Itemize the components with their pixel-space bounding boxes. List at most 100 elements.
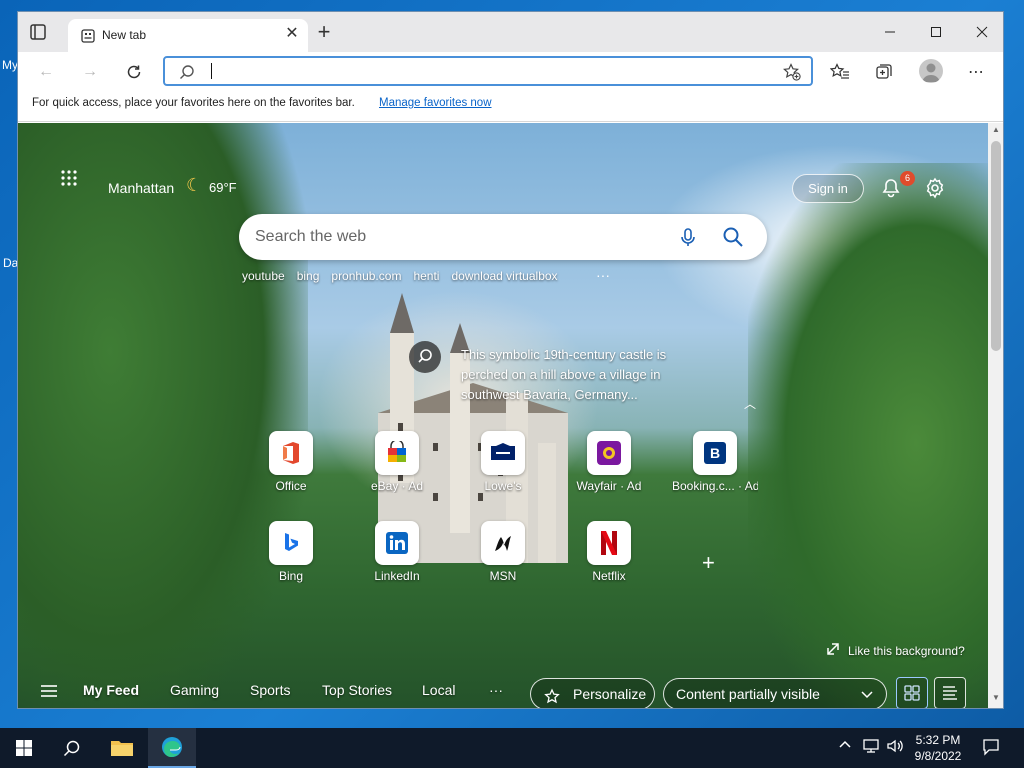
- feed-navigation-bar: My Feed Gaming Sports Top Stories Local …: [18, 668, 988, 708]
- trending-searches: youtube bing pronhub.com henti download …: [242, 269, 558, 283]
- quick-link-ebay[interactable]: eBay · Ad: [364, 431, 430, 505]
- address-bar[interactable]: [163, 56, 813, 86]
- lowes-icon: [481, 431, 525, 475]
- action-center-notification-icon[interactable]: [982, 738, 1000, 759]
- quick-link-msn[interactable]: MSN: [470, 521, 536, 595]
- notification-count-badge: 6: [900, 171, 915, 186]
- clock-time: 5:32 PM: [915, 733, 961, 747]
- folder-icon: [111, 741, 133, 756]
- forward-button[interactable]: →: [76, 60, 104, 84]
- back-button[interactable]: ←: [32, 60, 60, 84]
- personalize-label: Personalize: [573, 686, 647, 702]
- trending-search-item[interactable]: download virtualbox: [451, 269, 557, 283]
- quick-link-office[interactable]: Office: [258, 431, 324, 505]
- trending-search-item[interactable]: youtube: [242, 269, 285, 283]
- quick-links: Office eBay · Ad Lowe's Wayfair · Ad B B…: [258, 431, 758, 601]
- apps-launcher-icon[interactable]: [60, 169, 78, 187]
- add-favorite-icon[interactable]: [783, 63, 801, 81]
- weather-location[interactable]: Manhattan: [108, 180, 174, 196]
- manage-favorites-link[interactable]: Manage favorites now: [379, 97, 492, 109]
- edge-taskbar-button[interactable]: [148, 728, 196, 768]
- chevron-down-icon: [860, 680, 874, 708]
- notifications-bell-icon[interactable]: [880, 177, 902, 199]
- new-tab-button[interactable]: +: [314, 21, 334, 43]
- moon-icon: ☾: [186, 175, 203, 195]
- new-tab-page-icon: [80, 28, 96, 44]
- network-icon[interactable]: [862, 738, 880, 757]
- volume-icon[interactable]: [886, 738, 904, 757]
- tab-close-icon[interactable]: ✕: [284, 26, 300, 42]
- netflix-icon: [587, 521, 631, 565]
- scrollbar-thumb[interactable]: [991, 141, 1001, 351]
- trending-more-button[interactable]: ···: [596, 267, 610, 283]
- hamburger-menu-icon[interactable]: [40, 684, 58, 698]
- quick-link-booking[interactable]: B Booking.c... · Ad: [672, 431, 758, 505]
- trending-search-item[interactable]: pronhub.com: [331, 269, 401, 283]
- personalize-button[interactable]: Personalize: [530, 678, 655, 708]
- quick-link-lowes[interactable]: Lowe's: [470, 431, 536, 505]
- weather-temperature[interactable]: 69°F: [209, 180, 237, 195]
- favorites-bar: For quick access, place your favorites h…: [18, 92, 1003, 122]
- quick-link-bing[interactable]: Bing: [258, 521, 324, 595]
- scroll-up-arrow-icon[interactable]: ▲: [988, 125, 1003, 139]
- tab-actions-icon[interactable]: [28, 23, 48, 41]
- trending-search-item[interactable]: henti: [413, 269, 439, 283]
- quick-link-linkedin[interactable]: LinkedIn: [364, 521, 430, 595]
- list-view-button[interactable]: [934, 677, 966, 708]
- system-clock[interactable]: 5:32 PM 9/8/2022: [906, 732, 970, 764]
- quick-link-netflix[interactable]: Netflix: [576, 521, 642, 595]
- quick-link-label: LinkedIn: [374, 569, 420, 583]
- feed-tab-gaming[interactable]: Gaming: [170, 682, 219, 698]
- page-scrollbar[interactable]: ▲ ▼: [988, 123, 1003, 708]
- edge-browser-icon: [162, 737, 182, 757]
- browser-toolbar: ← → ⋯: [18, 52, 1003, 92]
- quick-link-label: Office: [275, 479, 307, 493]
- file-explorer-button[interactable]: [98, 728, 146, 768]
- desktop-icon-label[interactable]: My: [2, 58, 18, 72]
- favorites-button[interactable]: [826, 60, 854, 84]
- feed-more-button[interactable]: ···: [489, 682, 503, 698]
- feed-tab-sports[interactable]: Sports: [250, 682, 290, 698]
- maximize-button[interactable]: [913, 12, 959, 52]
- trending-search-item[interactable]: bing: [297, 269, 320, 283]
- content-visibility-dropdown[interactable]: Content partially visible: [663, 678, 887, 708]
- collapse-chevron-icon[interactable]: ︿: [744, 395, 756, 412]
- add-quick-link-button[interactable]: +: [702, 550, 715, 576]
- background-image-trees: [748, 163, 988, 708]
- tab-title: New tab: [102, 28, 147, 42]
- like-background-button[interactable]: Like this background?: [826, 642, 965, 659]
- profile-avatar[interactable]: [919, 59, 943, 83]
- tray-overflow-chevron-icon[interactable]: [838, 737, 852, 754]
- quick-link-wayfair[interactable]: Wayfair · Ad: [576, 431, 642, 505]
- web-search-box[interactable]: Search the web: [239, 214, 767, 260]
- taskbar-search-button[interactable]: [48, 728, 96, 768]
- quick-link-label: eBay · Ad: [370, 479, 424, 493]
- feed-tab-my-feed[interactable]: My Feed: [83, 682, 139, 698]
- grid-view-button[interactable]: [896, 677, 928, 708]
- ebay-icon: [375, 431, 419, 475]
- refresh-button[interactable]: [120, 60, 148, 84]
- minimize-button[interactable]: [867, 12, 913, 52]
- search-submit-icon[interactable]: [721, 225, 745, 249]
- scroll-down-arrow-icon[interactable]: ▼: [988, 693, 1003, 707]
- windows-logo-icon: [16, 740, 32, 756]
- sparkle-star-icon: [543, 686, 561, 708]
- collections-button[interactable]: [870, 60, 898, 84]
- microphone-icon[interactable]: [677, 226, 699, 248]
- browser-window: New tab ✕ + ← → ⋯ For quick access, plac…: [17, 11, 1004, 709]
- sign-in-button[interactable]: Sign in: [792, 174, 864, 203]
- tab-new-tab[interactable]: New tab ✕: [68, 19, 308, 52]
- svg-text:B: B: [710, 445, 720, 461]
- feed-tab-top-stories[interactable]: Top Stories: [322, 682, 392, 698]
- close-window-button[interactable]: [959, 12, 1003, 52]
- clock-date: 9/8/2022: [914, 749, 962, 763]
- search-placeholder[interactable]: Search the web: [255, 228, 366, 246]
- start-button[interactable]: [0, 728, 48, 768]
- grid-view-icon: [904, 685, 920, 701]
- background-image-description[interactable]: This symbolic 19th-century castle is per…: [461, 345, 701, 405]
- image-info-search-icon[interactable]: [409, 341, 441, 373]
- settings-more-icon[interactable]: ⋯: [962, 60, 990, 84]
- feed-tab-local[interactable]: Local: [422, 682, 455, 698]
- page-settings-gear-icon[interactable]: [924, 177, 946, 199]
- quick-link-label: Bing: [278, 569, 304, 583]
